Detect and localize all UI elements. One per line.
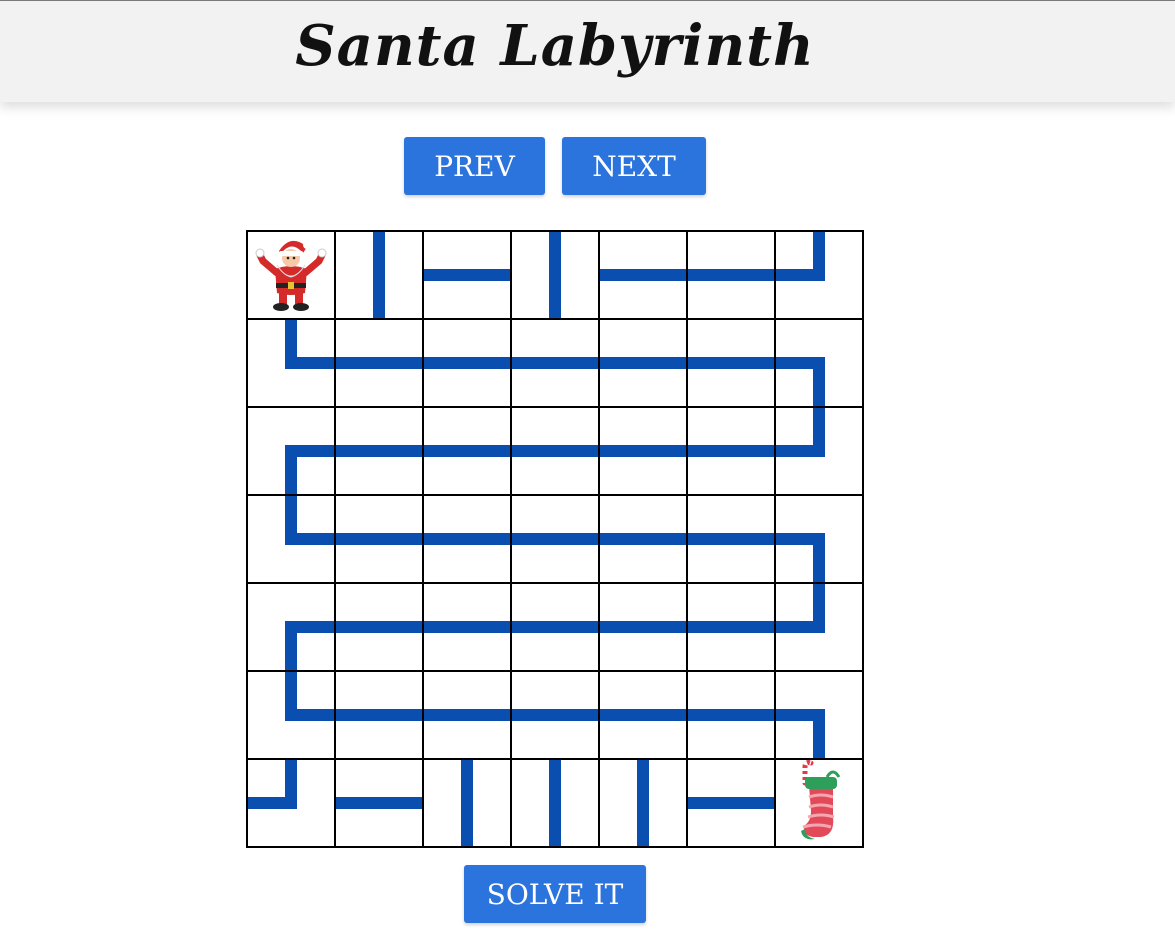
solve-button[interactable]: SOLVE IT: [464, 865, 646, 923]
path-segment-corner-up-right: [285, 671, 335, 721]
path-segment-corner-right-down: [285, 621, 335, 671]
next-button[interactable]: NEXT: [562, 137, 706, 195]
path-segment-corner-right-down: [285, 445, 335, 495]
maze-svg: [246, 230, 864, 848]
path-segment-corner-up-right: [285, 319, 335, 369]
stocking-icon: [801, 760, 841, 840]
santa-icon: [255, 240, 327, 311]
path-segment-corner-left-down: [775, 357, 825, 407]
maze-board: [246, 230, 864, 848]
path-layer: [247, 231, 825, 847]
path-segment-corner-left-down: [775, 533, 825, 583]
path-segment-corner-left-up: [775, 583, 825, 633]
path-segment-corner-left-down: [775, 709, 825, 759]
prev-button[interactable]: PREV: [404, 137, 545, 195]
path-segment-corner-left-up: [775, 231, 825, 281]
path-segment-corner-left-up: [247, 759, 297, 809]
app-header: Santa Labyrinth: [0, 0, 1175, 102]
path-segment-corner-left-up: [775, 407, 825, 457]
path-segment-corner-up-right: [285, 495, 335, 545]
page-title: Santa Labyrinth: [295, 13, 815, 79]
